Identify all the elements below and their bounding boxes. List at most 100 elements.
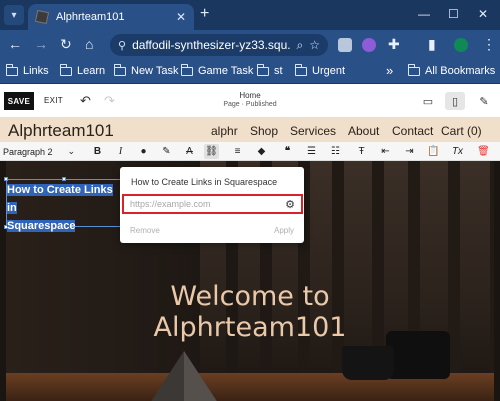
all-bookmarks[interactable]: All Bookmarks [407, 63, 495, 77]
undo-icon[interactable]: ↶ [80, 93, 91, 109]
bookmark-learn[interactable]: Learn [59, 63, 106, 77]
link-settings-gear-icon[interactable]: ⚙ [285, 198, 295, 211]
squarespace-favicon-icon [34, 9, 50, 25]
folder-icon [180, 63, 193, 76]
forward-arrow-icon[interactable]: → [34, 37, 48, 51]
paste-icon[interactable]: 📋 [426, 144, 441, 159]
bookmark-label: st [274, 65, 283, 77]
folder-icon [113, 63, 126, 76]
folder-icon [256, 63, 269, 76]
redo-icon[interactable]: ↷ [104, 93, 115, 109]
side-panel-icon[interactable]: ▮ [428, 37, 436, 51]
delete-trash-icon[interactable]: 🗑 [476, 144, 491, 159]
desktop-view-icon[interactable]: ▭ [418, 92, 438, 110]
paragraph-style-select[interactable]: Paragraph 2 ⌄ [3, 144, 77, 159]
link-editor-popup: How to Create Links in Squarespace ⚙ Rem… [120, 167, 304, 243]
strikethrough-icon[interactable]: A [182, 144, 197, 159]
bookmark-urgent[interactable]: Urgent [294, 63, 346, 77]
text-color-icon[interactable]: ● [136, 144, 151, 159]
nav-link-services[interactable]: Services [290, 124, 336, 138]
italic-icon[interactable]: I [113, 144, 128, 159]
back-arrow-icon[interactable]: ← [8, 37, 22, 51]
browser-tab-strip: ▾ Alphrteam101 ✕ + — ☐ ✕ [0, 0, 500, 30]
apply-link-button[interactable]: Apply [274, 226, 294, 235]
site-header: Alphrteam101 alphr Shop Services About C… [0, 118, 500, 142]
quote-icon[interactable]: ❝ [280, 144, 295, 159]
mobile-view-icon[interactable]: ▯ [445, 92, 465, 110]
strike-t-icon[interactable]: Ŧ [354, 144, 369, 159]
bookmark-links[interactable]: Links [5, 63, 49, 77]
bookmark-label: Learn [77, 65, 106, 77]
dark-cup [342, 346, 394, 380]
selected-text-line1: How to Create Links in [7, 184, 113, 214]
clear-formatting-icon[interactable]: Tx [450, 144, 465, 159]
paragraph-style-label: Paragraph 2 [3, 146, 53, 157]
bookmark-label: Game Task [198, 65, 254, 77]
page-indicator[interactable]: Home Page · Published [190, 91, 310, 108]
nav-link-shop[interactable]: Shop [250, 124, 278, 138]
bold-icon[interactable]: B [90, 144, 105, 159]
numbered-list-icon[interactable]: ☷ [328, 144, 343, 159]
nav-link-cart[interactable]: Cart (0) [441, 124, 482, 138]
bookmark-label: Links [23, 65, 49, 77]
folder-icon [59, 63, 72, 76]
url-text[interactable]: daffodil-synthesizer-yz33.squ... [132, 38, 290, 52]
maximize-icon[interactable]: ☐ [448, 7, 459, 21]
bookmark-label: New Task [131, 65, 179, 77]
browser-tab[interactable]: Alphrteam101 ✕ [28, 4, 194, 30]
address-bar[interactable]: ⚲ daffodil-synthesizer-yz33.squ... ⌕ ☆ [110, 34, 328, 56]
new-tab-plus-icon[interactable]: + [200, 6, 209, 22]
profile-avatar[interactable] [454, 38, 468, 52]
folder-icon [407, 63, 420, 76]
bookmark-game-task[interactable]: Game Task [180, 63, 254, 77]
save-button[interactable]: SAVE [4, 92, 34, 110]
browser-navbar: ← → ↻ ⌂ ⚲ daffodil-synthesizer-yz33.squ.… [0, 30, 500, 60]
extensions-puzzle-icon[interactable]: ✚ [388, 37, 400, 51]
folder-icon [5, 63, 18, 76]
nav-link-alphr[interactable]: alphr [211, 124, 238, 138]
bullet-list-icon[interactable]: ☰ [304, 144, 319, 159]
bookmarks-bar: Links Learn New Task Game Task st Urgent… [0, 60, 500, 84]
highlight-icon[interactable]: ✎ [159, 144, 174, 159]
minimize-icon[interactable]: — [418, 7, 430, 21]
bookmark-label: Urgent [312, 65, 346, 77]
text-format-toolbar: Paragraph 2 ⌄ B I ● ✎ A ⛓ ≡ ◆ ❝ ☰ ☷ Ŧ ⇤ … [0, 142, 500, 161]
nav-link-about[interactable]: About [348, 124, 379, 138]
nav-link-contact[interactable]: Contact [392, 124, 433, 138]
indent-icon[interactable]: ⇥ [402, 144, 417, 159]
zoom-search-icon[interactable]: ⌕ [297, 38, 304, 53]
folder-icon [294, 63, 307, 76]
selected-text[interactable]: How to Create Links in Squarespace [7, 181, 125, 235]
selected-text-line2: Squarespace [7, 220, 76, 232]
site-styles-brush-icon[interactable]: ✎ [474, 92, 494, 110]
hero-heading-line1: Welcome to [170, 281, 330, 312]
menu-kebab-icon[interactable]: ⋮ [482, 37, 496, 51]
link-icon[interactable]: ⛓ [204, 144, 219, 159]
bookmarks-overflow-button[interactable]: » [386, 63, 393, 78]
reload-icon[interactable]: ↻ [60, 37, 72, 51]
extension-icon-1[interactable] [338, 38, 352, 52]
page-name: Home [239, 91, 261, 100]
tab-search-chevron-icon[interactable]: ▾ [4, 5, 24, 25]
site-info-icon[interactable]: ⚲ [118, 39, 126, 52]
link-url-field-highlighted[interactable]: ⚙ [122, 194, 303, 214]
pyramid-face [184, 351, 218, 401]
bookmark-new-task[interactable]: New Task [113, 63, 179, 77]
tab-close-icon[interactable]: ✕ [176, 10, 186, 24]
exit-button[interactable]: EXIT [44, 96, 63, 105]
home-icon[interactable]: ⌂ [85, 37, 93, 51]
tab-title: Alphrteam101 [56, 11, 125, 23]
editor-header: SAVE EXIT ↶ ↷ Home Page · Published ▭ ▯ … [0, 84, 500, 118]
hero-heading[interactable]: Welcome to Alphrteam101 [0, 281, 500, 343]
site-title[interactable]: Alphrteam101 [8, 121, 114, 141]
outdent-icon[interactable]: ⇤ [378, 144, 393, 159]
remove-link-button[interactable]: Remove [130, 226, 160, 235]
extension-icon-2[interactable] [362, 38, 376, 52]
link-url-input[interactable] [130, 199, 286, 209]
close-window-icon[interactable]: ✕ [478, 7, 488, 21]
clear-format-icon[interactable]: ◆ [254, 144, 269, 159]
page-status: Page · Published [223, 101, 277, 108]
bookmark-star-icon[interactable]: ☆ [309, 38, 320, 52]
bookmark-st[interactable]: st [256, 63, 283, 77]
align-icon[interactable]: ≡ [230, 144, 245, 159]
